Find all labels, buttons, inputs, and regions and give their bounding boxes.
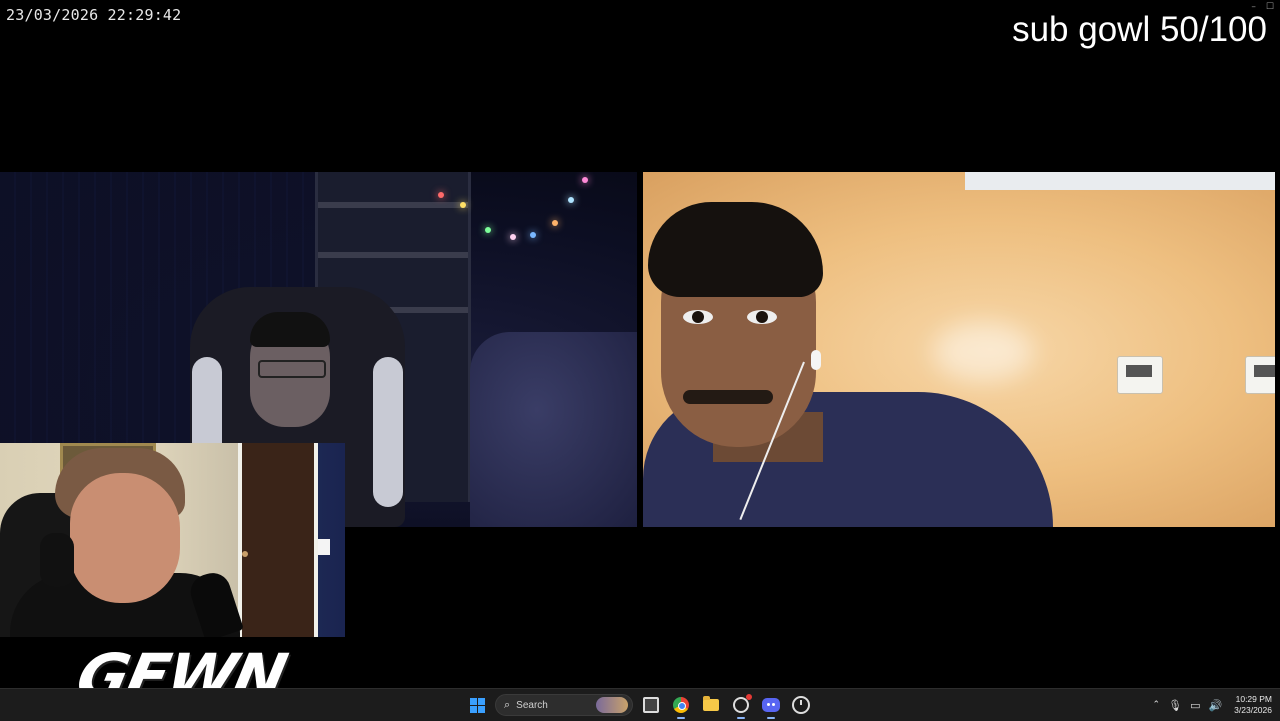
chrome-button[interactable] bbox=[669, 693, 693, 719]
maximize-icon[interactable]: ☐ bbox=[1266, 2, 1274, 12]
network-icon[interactable]: ▭ bbox=[1190, 699, 1200, 712]
folder-icon bbox=[703, 696, 719, 711]
door bbox=[238, 443, 318, 637]
microphone-icon[interactable]: 🎙 bbox=[1168, 699, 1182, 712]
string-lights bbox=[430, 172, 637, 252]
discord-button[interactable] bbox=[759, 693, 783, 719]
windows-start-icon bbox=[469, 697, 485, 713]
clock-icon bbox=[792, 696, 810, 714]
clock-time: 10:29 PM bbox=[1235, 694, 1272, 704]
chrome-icon bbox=[673, 697, 689, 713]
sub-goal-text: sub gowl 50/100 bbox=[1012, 10, 1267, 49]
headset bbox=[40, 533, 74, 587]
search-highlight-thumbnail bbox=[596, 697, 628, 713]
earbud bbox=[811, 350, 821, 370]
search-icon: ⌕ bbox=[504, 698, 511, 711]
glasses bbox=[258, 360, 326, 378]
speaker-icon[interactable]: 🔊 bbox=[1208, 699, 1222, 712]
wall-thermostat bbox=[1117, 356, 1163, 394]
streamer-face bbox=[70, 473, 180, 603]
streamer-facecam bbox=[0, 443, 345, 637]
task-view-icon bbox=[643, 697, 659, 713]
obs-button[interactable] bbox=[729, 693, 753, 719]
discord-icon bbox=[762, 698, 780, 712]
taskbar-apps: ⌕ Search bbox=[465, 692, 813, 719]
taskbar-clock[interactable]: 10:29 PM 3/23/2026 bbox=[1230, 694, 1272, 716]
system-tray: ⌃ 🎙 ▭ 🔊 10:29 PM 3/23/2026 bbox=[1153, 692, 1272, 718]
obs-icon bbox=[733, 694, 752, 713]
task-view-button[interactable] bbox=[639, 693, 663, 717]
search-label: Search bbox=[516, 699, 548, 711]
chevron-up-icon[interactable]: ⌃ bbox=[1153, 700, 1161, 710]
windows-taskbar: ⌕ Search ⌃ 🎙 ▭ 🔊 10:29 PM 3/23/2026 bbox=[0, 688, 1280, 721]
video-feed-right bbox=[643, 172, 1275, 527]
clock-app-button[interactable] bbox=[789, 693, 813, 717]
file-explorer-button[interactable] bbox=[699, 693, 723, 717]
taskbar-search[interactable]: ⌕ Search bbox=[495, 694, 633, 716]
start-button[interactable] bbox=[465, 693, 489, 717]
bed-blanket bbox=[470, 332, 637, 527]
wall-thermostat bbox=[1245, 356, 1275, 394]
stream-overlay-timestamp: 23/03/2026 22:29:42 bbox=[6, 6, 182, 24]
clock-date: 3/23/2026 bbox=[1234, 705, 1272, 715]
light-switch bbox=[318, 539, 330, 555]
